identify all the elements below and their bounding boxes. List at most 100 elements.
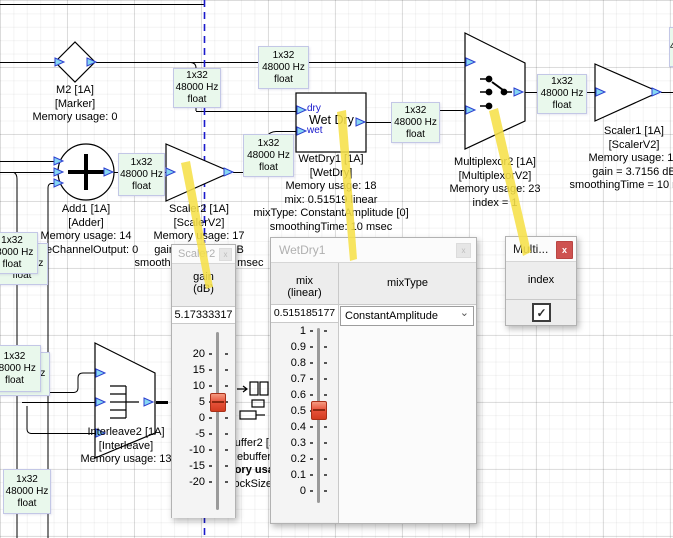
m2-caption: M2 [1A][Marker]Memory usage: 0 (15, 84, 135, 125)
tick-mark (225, 465, 228, 467)
wetdry1-param-window[interactable]: WetDry1 x mix(linear) 0.515185177 1 (270, 237, 477, 524)
tick-mark (324, 426, 327, 428)
tick-mark (310, 490, 313, 492)
tick-mark (310, 426, 313, 428)
close-icon[interactable]: x (556, 241, 573, 259)
gain-slider-handle[interactable] (210, 393, 226, 412)
tick-mark (324, 474, 327, 476)
tick-label: 1 (273, 325, 306, 337)
chevron-down-icon: ⌄ (460, 306, 469, 322)
tick-mark (324, 346, 327, 348)
tick-mark (324, 490, 327, 492)
tick-row: 0 (273, 483, 338, 499)
tick-mark (310, 442, 313, 444)
tick-mark (209, 369, 212, 371)
tick-mark (225, 481, 228, 483)
tick-mark (310, 362, 313, 364)
wetdry-block-title: Wet Dry (309, 113, 354, 127)
tick-label: 20 (175, 348, 205, 360)
tick-row: 20 (175, 346, 235, 362)
tick-label: 0.9 (273, 341, 306, 353)
tick-mark (324, 394, 327, 396)
index-param-header: index (506, 262, 576, 299)
tick-row: 0.7 (273, 371, 338, 387)
tick-mark (310, 458, 313, 460)
signal-label-box: 1x3248000 Hzfloat (391, 102, 440, 143)
tick-row: 1 (273, 323, 338, 339)
tick-row: 0 (175, 410, 235, 426)
tick-label: 0.8 (273, 357, 306, 369)
tick-mark (310, 378, 313, 380)
tick-row: 0.9 (273, 339, 338, 355)
mix-value-field[interactable]: 0.515185177 (271, 304, 338, 323)
scaler2-param-window[interactable]: Scaler2 x gain(dB) 5.17333317 20 (171, 244, 236, 518)
tick-label: 0.6 (273, 389, 306, 401)
tick-row: 5 (175, 394, 235, 410)
mix-tick-list: 1 0.9 (273, 323, 338, 499)
signal-label-box: 1x3248000 Hzfloat (173, 68, 221, 108)
tick-mark (225, 369, 228, 371)
tick-label: -15 (175, 460, 205, 472)
tick-row: 0.3 (273, 435, 338, 451)
tick-mark (209, 465, 212, 467)
multiplexor-param-window[interactable]: Multi... x index ✓ (505, 236, 577, 326)
tick-mark (225, 449, 228, 451)
signal-label-box: 1x3248000 Hzfloat (258, 46, 309, 89)
mixtype-dropdown[interactable]: ConstantAmplitude ⌄ (340, 306, 474, 326)
tick-row: -15 (175, 458, 235, 474)
window-title: WetDry1 (279, 243, 325, 257)
tick-row: -20 (175, 474, 235, 490)
patch-editor-canvas[interactable]: 1x3248000 Hzfloat 1x3248000 Hzfloat 1x32… (0, 0, 673, 538)
signal-label-box: 1x3248000 Hzfloat (118, 153, 165, 196)
gain-value-field[interactable]: 5.17333317 (172, 306, 235, 324)
tick-label: 0 (175, 412, 205, 424)
tick-mark (310, 474, 313, 476)
scaler2-block-shape[interactable] (166, 144, 231, 201)
tick-label: -5 (175, 428, 205, 440)
tick-mark (209, 353, 212, 355)
tick-mark (209, 433, 212, 435)
tick-label: 0.4 (273, 421, 306, 433)
tick-row: -10 (175, 442, 235, 458)
tick-row: 0.1 (273, 467, 338, 483)
tick-label: 5 (175, 396, 205, 408)
tick-mark (324, 362, 327, 364)
scaler2-window-titlebar[interactable]: Scaler2 x (172, 245, 235, 264)
gain-slider[interactable]: 20 15 10 (172, 324, 235, 518)
mixtype-param-header: mixType (339, 263, 476, 304)
signal-label-box: 1x3248000 Hzfloat (243, 134, 294, 177)
tick-row: 0.4 (273, 419, 338, 435)
tick-row: 15 (175, 362, 235, 378)
signal-label-box: 1x3248000 Hzfloat (0, 232, 38, 274)
tick-row: 0.2 (273, 451, 338, 467)
signal-label-box: 1x3248000 Hzfloat (0, 345, 41, 392)
tick-mark (324, 330, 327, 332)
scaler1-caption: Scaler1 [1A][ScalerV2] Memory usage: 17g… (554, 125, 673, 193)
tick-label: 15 (175, 364, 205, 376)
gain-param-header: gain(dB) (172, 264, 235, 306)
close-icon[interactable]: x (456, 243, 471, 258)
multiplexor-window-titlebar[interactable]: Multi... x (506, 237, 576, 262)
tick-mark (209, 385, 212, 387)
wetdry1-window-titlebar[interactable]: WetDry1 x (271, 238, 476, 263)
tick-row: 0.6 (273, 387, 338, 403)
tick-label: 0.5 (273, 405, 306, 417)
tick-label: -20 (175, 476, 205, 488)
tick-mark (310, 330, 313, 332)
tick-mark (310, 346, 313, 348)
tick-mark (225, 353, 228, 355)
tick-mark (225, 385, 228, 387)
gain-tick-list: 20 15 10 (175, 346, 235, 490)
tick-label: -10 (175, 444, 205, 456)
tick-label: 0.7 (273, 373, 306, 385)
checkmark-icon: ✓ (536, 307, 546, 319)
mixtype-selected-value: ConstantAmplitude (345, 310, 438, 322)
mix-slider-handle[interactable] (311, 401, 327, 420)
tick-mark (324, 458, 327, 460)
mix-slider[interactable]: 1 0.9 (271, 323, 338, 522)
tick-row: 0.8 (273, 355, 338, 371)
signal-label-box: 1x3248000 Hzfloat (537, 74, 587, 114)
tick-mark (324, 378, 327, 380)
index-checkbox[interactable]: ✓ (532, 303, 551, 322)
close-icon[interactable]: x (219, 248, 232, 261)
